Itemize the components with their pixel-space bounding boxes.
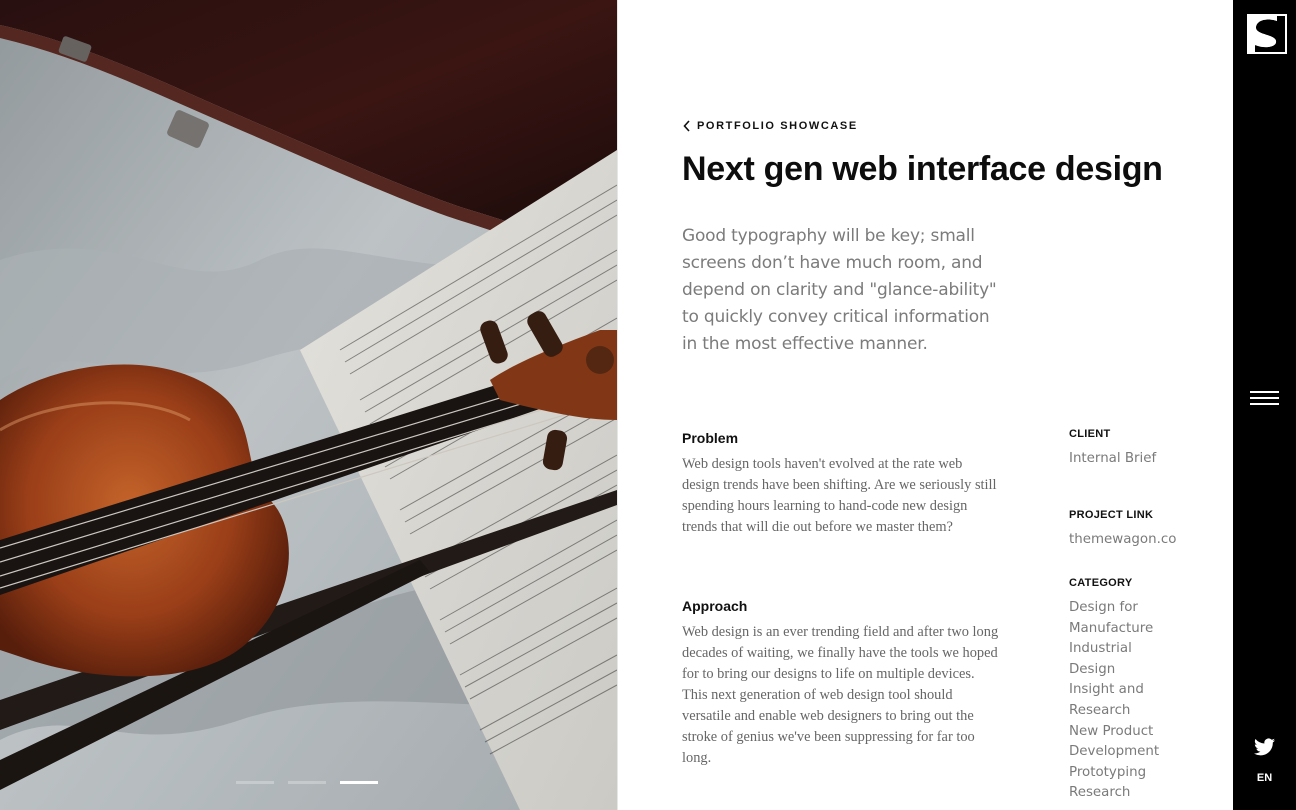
slide-dot-1[interactable] bbox=[236, 781, 274, 784]
language-switch[interactable]: EN bbox=[1233, 772, 1296, 784]
hamburger-menu-icon[interactable] bbox=[1250, 391, 1279, 405]
slide-dot-2[interactable] bbox=[288, 781, 326, 784]
brand-s-logo-icon[interactable] bbox=[1247, 14, 1287, 54]
lead-paragraph: Good typography will be key; small scree… bbox=[682, 226, 997, 354]
project-link-label: PROJECT LINK bbox=[1069, 509, 1154, 521]
category-item: Prototyping Research bbox=[1069, 764, 1147, 801]
approach-body: Web design is an ever trending field and… bbox=[682, 624, 999, 766]
client-meta: CLIENT Internal Brief bbox=[1069, 428, 1219, 470]
side-rail: EN bbox=[1233, 0, 1296, 810]
hero-image bbox=[0, 0, 617, 810]
category-item: Design for Manufacture bbox=[1069, 600, 1154, 636]
twitter-icon[interactable] bbox=[1254, 738, 1275, 756]
category-list: Design for Manufacture Industrial Design… bbox=[1069, 598, 1219, 804]
problem-body: Web design tools haven't evolved at the … bbox=[682, 456, 997, 535]
problem-heading: Problem bbox=[682, 430, 739, 446]
category-label: CATEGORY bbox=[1069, 577, 1133, 589]
page-title: Next gen web interface design bbox=[682, 150, 1163, 188]
category-item: Industrial Design bbox=[1069, 641, 1132, 677]
category-item: Insight and Research bbox=[1069, 682, 1144, 718]
slider-indicator bbox=[236, 781, 378, 784]
back-to-portfolio-link[interactable]: PORTFOLIO SHOWCASE bbox=[683, 120, 858, 132]
project-detail: PORTFOLIO SHOWCASE Next gen web interfac… bbox=[617, 0, 1233, 810]
category-item: New Product Development bbox=[1069, 723, 1160, 760]
category-meta: CATEGORY Design for Manufacture Industri… bbox=[1069, 577, 1219, 804]
approach-heading: Approach bbox=[682, 598, 748, 614]
client-value: Internal Brief bbox=[1069, 451, 1157, 466]
project-link-meta: PROJECT LINK themewagon.co bbox=[1069, 509, 1219, 551]
violin-photo bbox=[0, 0, 617, 810]
project-link[interactable]: themewagon.co bbox=[1069, 532, 1176, 547]
slide-dot-3-active[interactable] bbox=[340, 781, 378, 784]
back-link-label: PORTFOLIO SHOWCASE bbox=[697, 120, 858, 132]
client-label: CLIENT bbox=[1069, 428, 1111, 440]
chevron-left-icon bbox=[683, 120, 690, 132]
